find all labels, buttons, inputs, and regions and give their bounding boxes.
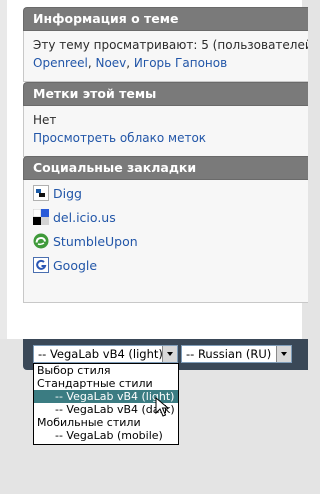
google-icon bbox=[33, 257, 49, 273]
chevron-down-icon[interactable] bbox=[276, 346, 291, 362]
style-select-value: -- VegaLab vB4 (light) bbox=[38, 347, 163, 361]
social-bookmarks-title: Социальные закладки bbox=[23, 156, 308, 180]
option-vegalab-mobile[interactable]: -- VegaLab (mobile) bbox=[34, 429, 178, 442]
bookmark-label: Google bbox=[53, 257, 98, 273]
viewers-text: Эту тему просматривают: 5 (пользователей… bbox=[33, 38, 308, 52]
left-margin bbox=[0, 0, 7, 339]
bookmark-label: Digg bbox=[53, 185, 82, 201]
chevron-down-icon[interactable] bbox=[162, 346, 177, 362]
language-select-value: -- Russian (RU) bbox=[186, 347, 272, 361]
bookmark-digg[interactable]: Digg bbox=[33, 181, 308, 205]
bookmark-stumbleupon[interactable]: StumbleUpon bbox=[33, 229, 308, 253]
stumbleupon-icon bbox=[33, 233, 49, 249]
option-style-header[interactable]: Выбор стиля bbox=[34, 364, 178, 377]
tags-none: Нет bbox=[33, 113, 57, 127]
thread-info-panel: Информация о теме Эту тему просматривают… bbox=[23, 7, 308, 82]
bookmark-google[interactable]: Google bbox=[33, 253, 308, 277]
bookmark-label: StumbleUpon bbox=[53, 233, 138, 249]
social-bookmarks-panel: Социальные закладки Digg del.icio.us Stu… bbox=[23, 156, 308, 303]
viewer-list: Openreel, Noev, Игорь Гапонов bbox=[33, 56, 228, 70]
digg-icon bbox=[33, 185, 49, 201]
mouse-cursor-icon bbox=[155, 396, 171, 419]
option-standard-styles[interactable]: Стандартные стили bbox=[34, 377, 178, 390]
language-select[interactable]: -- Russian (RU) bbox=[181, 345, 292, 363]
bookmark-label: del.icio.us bbox=[53, 209, 116, 225]
user-link-noev[interactable]: Noev bbox=[95, 56, 126, 70]
tags-title: Метки этой темы bbox=[23, 82, 308, 106]
thread-info-title: Информация о теме bbox=[23, 7, 308, 31]
tags-panel: Метки этой темы Нет Просмотреть облако м… bbox=[23, 82, 308, 157]
user-link-openreel[interactable]: Openreel bbox=[33, 56, 88, 70]
style-select[interactable]: -- VegaLab vB4 (light) bbox=[33, 345, 178, 363]
bookmark-delicious[interactable]: del.icio.us bbox=[32, 205, 308, 229]
tag-cloud-link[interactable]: Просмотреть облако меток bbox=[33, 131, 206, 145]
delicious-icon bbox=[32, 208, 49, 225]
user-link-igor-gaponov[interactable]: Игорь Гапонов bbox=[134, 56, 227, 70]
